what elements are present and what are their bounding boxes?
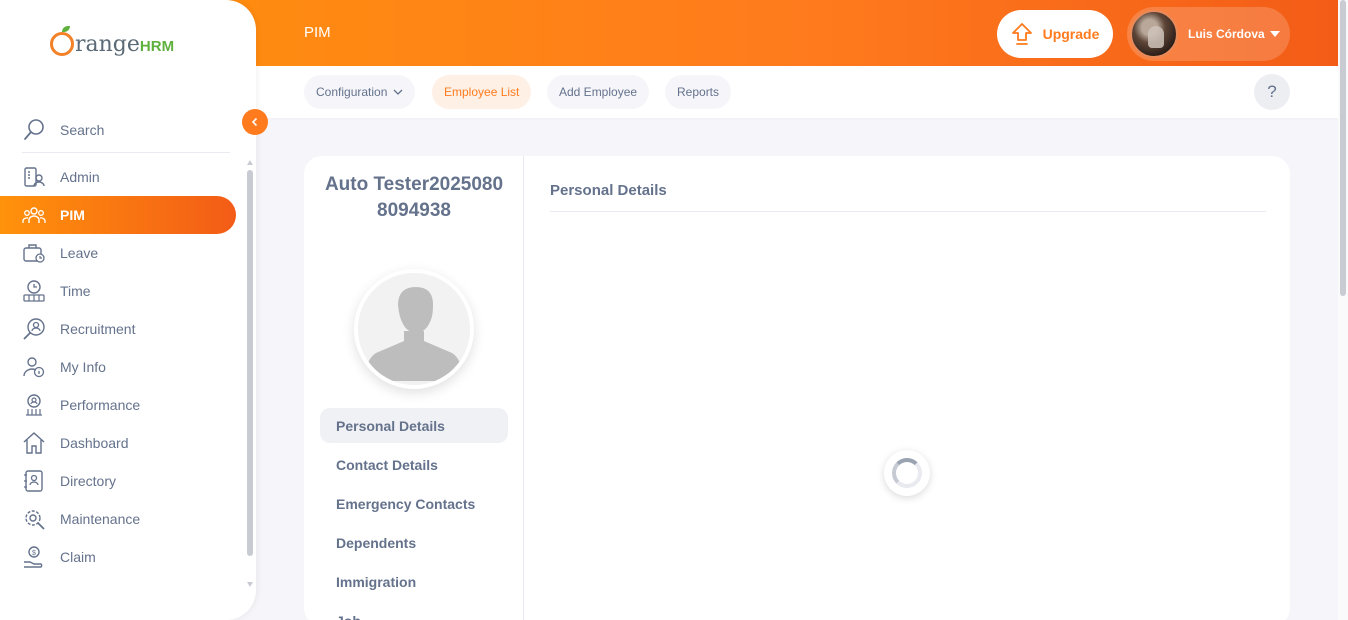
scroll-up-arrow[interactable] [247,160,253,165]
logo-orange-mark [50,26,74,56]
sidebar-item-label: Admin [60,169,100,185]
claim-icon: $ [24,546,43,568]
help-button[interactable]: ? [1254,74,1290,110]
logo-text: range [75,32,140,57]
section-title: Personal Details [550,182,667,199]
sidebar-search[interactable]: Search [22,108,230,153]
sidebar-item-dashboard[interactable]: Dashboard [0,424,236,462]
chevron-down-icon [393,89,403,95]
sidebar-item-recruitment[interactable]: Recruitment [0,310,236,348]
sidebar: range HRM Search Admin PIM Leave Time Re… [0,0,256,620]
sidebar-collapse-button[interactable] [242,109,268,135]
tab-contact-details[interactable]: Contact Details [320,447,508,482]
sidebar-item-maintenance[interactable]: Maintenance [0,500,236,538]
directory-icon [24,470,43,492]
tab-job[interactable]: Job [320,603,508,620]
tab-personal-details[interactable]: Personal Details [320,408,508,443]
sidebar-item-claim[interactable]: $ Claim [0,538,236,576]
time-icon [23,280,45,302]
sidebar-item-label: Performance [60,397,141,413]
sidebar-item-pim[interactable]: PIM [0,196,236,234]
chevron-left-icon [251,117,258,127]
user-name: Luis Córdova [1188,27,1265,41]
upgrade-arrow-icon [1011,23,1032,45]
sidebar-item-time[interactable]: Time [0,272,236,310]
logo-suffix: HRM [139,38,175,55]
employee-details-card: Auto Tester20250808094938 Personal Detai… [304,156,1290,620]
sidebar-item-directory[interactable]: Directory [0,462,236,500]
tab-immigration[interactable]: Immigration [320,564,508,599]
sidebar-scroll-thumb[interactable] [247,170,253,556]
sidebar-scrollbar[interactable] [246,158,254,590]
tab-dependents[interactable]: Dependents [320,525,508,560]
sidebar-item-label: PIM [60,207,85,223]
sidebar-item-label: My Info [60,359,106,375]
search-placeholder: Search [60,122,105,138]
upgrade-button[interactable]: Upgrade [997,10,1113,58]
leave-icon [23,244,45,263]
avatar [1130,10,1178,58]
sidebar-item-performance[interactable]: Performance [0,386,236,424]
my-info-icon [23,357,45,378]
scroll-down-arrow[interactable] [247,582,253,587]
pim-icon [22,207,46,223]
sidebar-item-admin[interactable]: Admin [0,158,236,196]
spinner-ring-icon [892,458,922,488]
employee-name: Auto Tester20250808094938 [324,174,504,221]
page-scrollbar[interactable] [1338,0,1348,620]
configuration-label: Configuration [316,85,388,99]
sidebar-item-leave[interactable]: Leave [0,234,236,272]
sidebar-item-label: Time [60,283,91,299]
sub-navigation: Configuration Employee List Add Employee… [256,66,1338,118]
module-title: PIM [304,24,331,41]
sidebar-item-label: Directory [60,473,117,489]
user-dropdown[interactable]: Luis Córdova [1127,7,1290,61]
recruitment-icon [23,318,45,340]
sidebar-item-label: Claim [60,549,96,565]
profile-tabs: Personal Details Contact Details Emergen… [320,408,508,620]
svg-text:$: $ [32,550,36,557]
tab-employee-list[interactable]: Employee List [432,75,532,109]
orangehrm-logo[interactable]: range HRM [50,26,175,57]
performance-icon [26,394,42,416]
page-scroll-thumb[interactable] [1340,0,1346,296]
sidebar-menu: Admin PIM Leave Time Recruitment My Info… [0,158,245,590]
buzz-icon [22,583,46,590]
sidebar-item-label: Leave [60,245,99,261]
caret-down-icon [1269,31,1280,37]
upgrade-label: Upgrade [1042,26,1100,42]
sidebar-item-label: Maintenance [60,511,141,527]
sidebar-item-label: Dashboard [60,435,129,451]
tab-reports[interactable]: Reports [665,75,732,109]
tab-configuration[interactable]: Configuration [304,75,416,109]
loading-spinner [884,450,930,496]
search-icon [24,119,44,140]
sidebar-item-buzz[interactable] [0,576,236,590]
tab-emergency-contacts[interactable]: Emergency Contacts [320,486,508,521]
employee-photo[interactable] [354,269,474,389]
divider [550,211,1266,212]
profile-column: Auto Tester20250808094938 Personal Detai… [304,156,524,620]
dashboard-icon [23,432,45,454]
sidebar-item-my-info[interactable]: My Info [0,348,236,386]
default-avatar-icon [358,273,470,385]
maintenance-icon [25,510,45,530]
admin-icon [24,167,45,187]
tab-add-employee[interactable]: Add Employee [547,75,650,109]
sidebar-item-label: Recruitment [60,321,136,337]
